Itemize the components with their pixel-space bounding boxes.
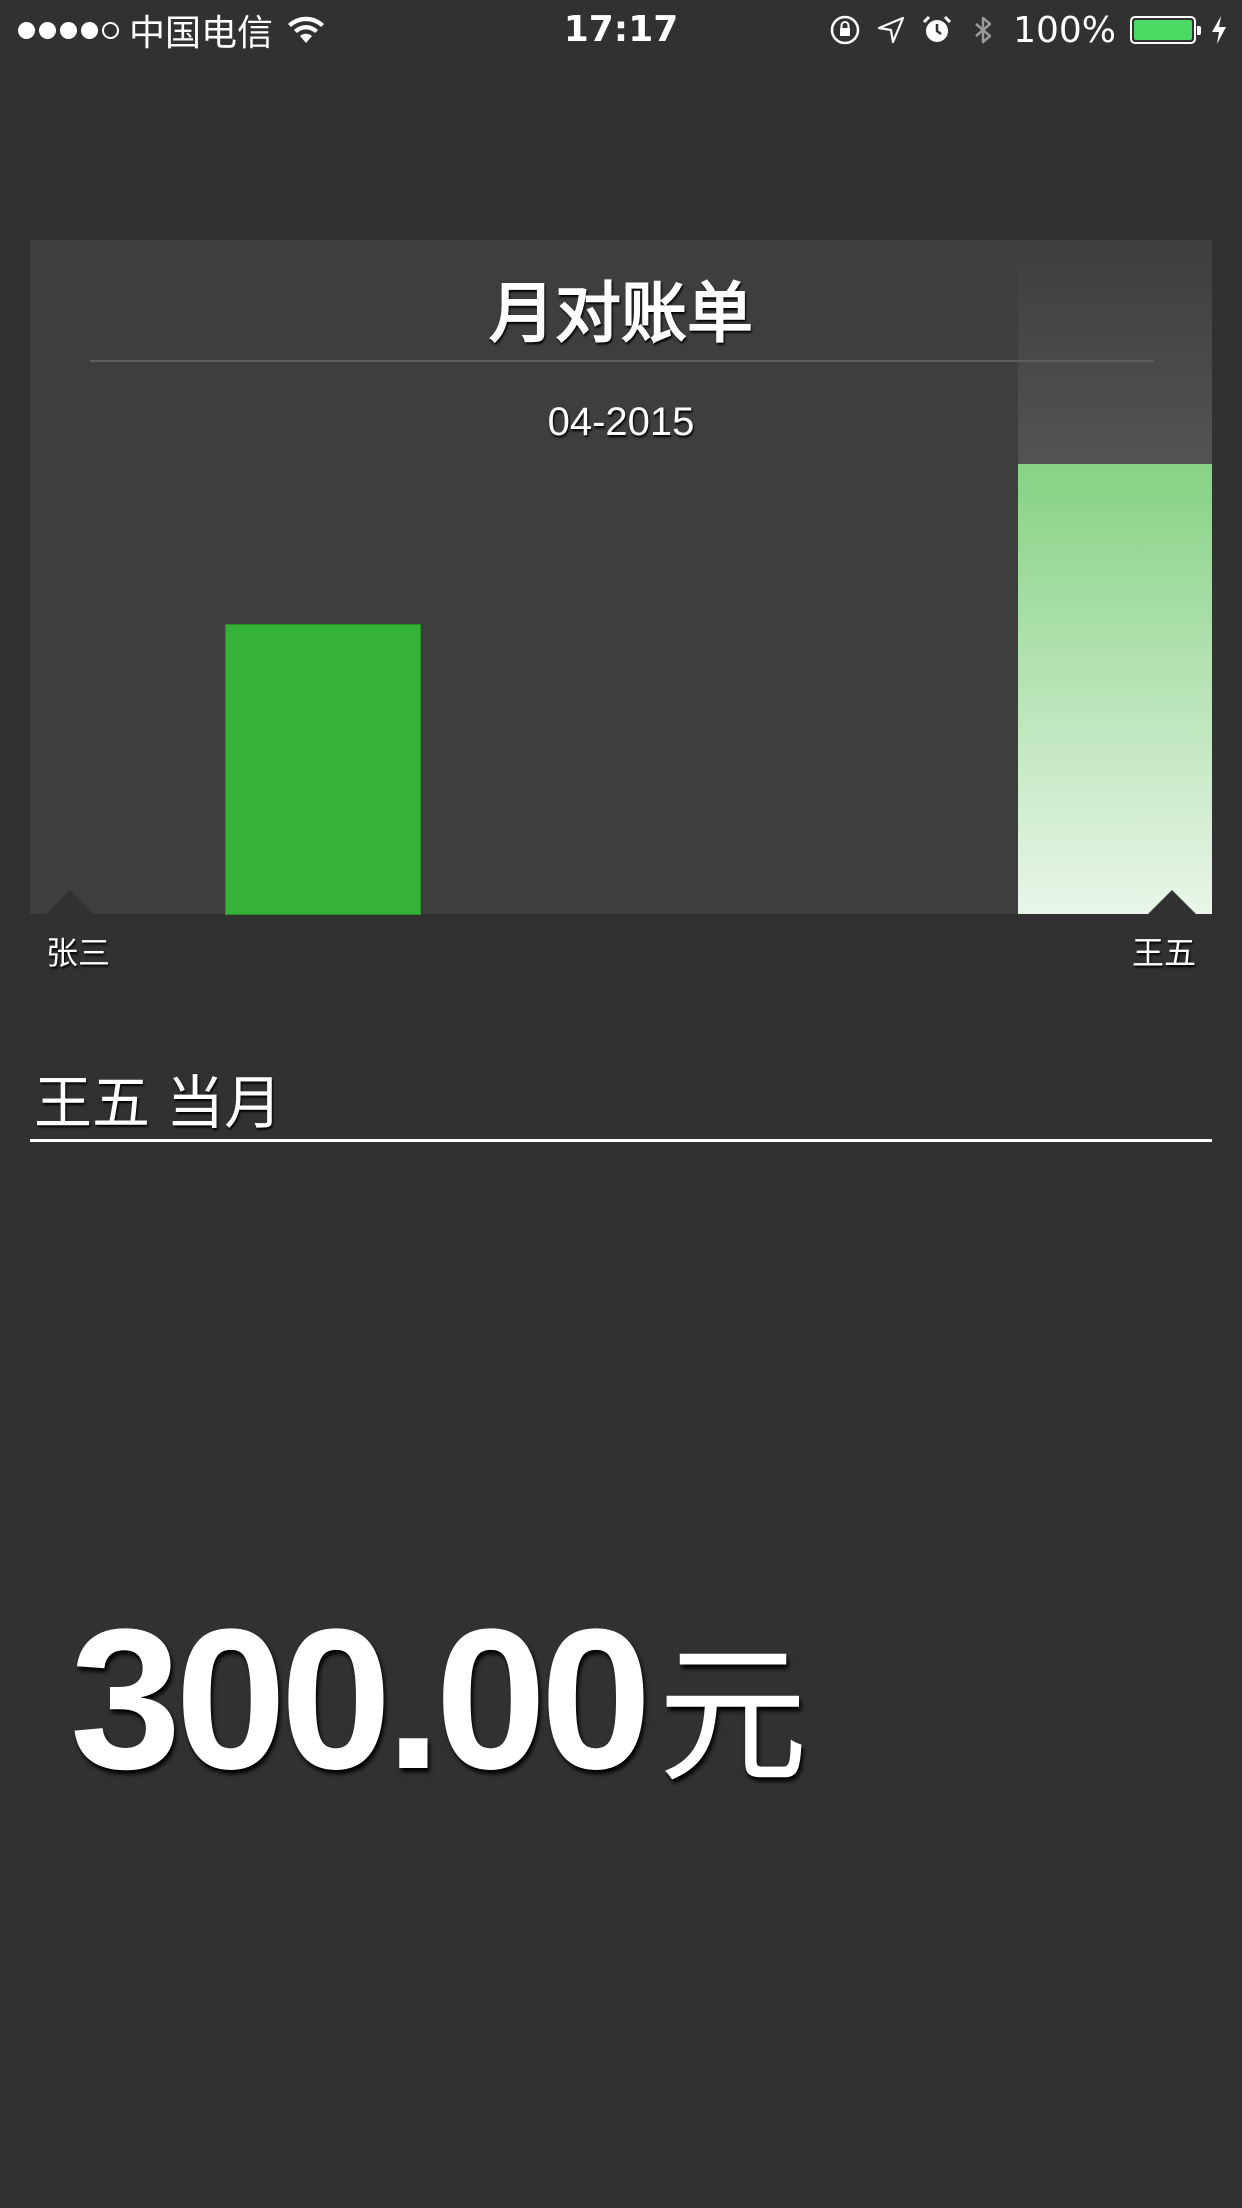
amount-display: 300.00 元	[70, 1600, 808, 1800]
status-bar: 中国电信 17:17 100%	[0, 0, 1242, 60]
section-divider	[30, 1139, 1212, 1142]
monthly-statement-card: 月对账单 04-2015	[30, 240, 1212, 915]
battery-percentage: 100%	[1013, 9, 1116, 51]
amount-value: 300.00	[70, 1588, 652, 1811]
x-tick-label[interactable]: 王五	[1132, 928, 1196, 974]
card-title: 月对账单	[489, 276, 753, 350]
section-title: 王五 当月	[34, 1071, 283, 1136]
x-tick-label[interactable]: 张三	[46, 928, 110, 974]
bar-selected[interactable]	[1018, 464, 1212, 914]
charging-icon	[1212, 16, 1226, 44]
status-bar-right: 100%	[829, 8, 1228, 52]
amount-unit: 元	[657, 1632, 808, 1800]
statement-date: 04-2015	[547, 400, 695, 444]
x-axis-labels: 张三 王五	[30, 928, 1212, 978]
bluetooth-icon	[975, 16, 992, 44]
battery-icon	[1130, 16, 1201, 44]
battery-level	[1134, 20, 1192, 40]
orientation-lock-icon	[830, 15, 860, 45]
alarm-icon	[923, 15, 952, 42]
location-icon	[877, 16, 905, 44]
bar[interactable]	[225, 624, 421, 915]
axis-marker	[46, 890, 94, 914]
title-divider	[90, 360, 1154, 362]
axis-marker	[1148, 890, 1196, 914]
